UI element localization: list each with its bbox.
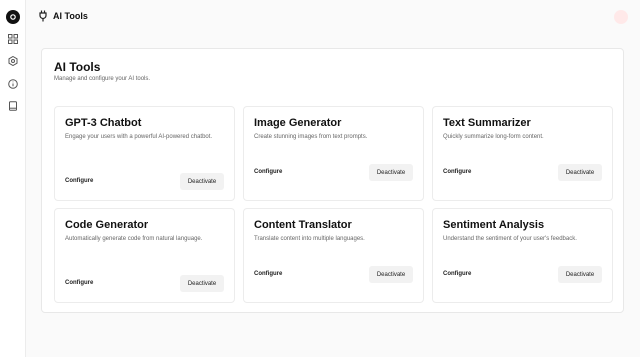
tool-name: Text Summarizer	[443, 117, 531, 129]
tool-name: Code Generator	[65, 219, 149, 231]
ai-tools-panel: AI Tools Manage and configure your AI to…	[41, 48, 624, 313]
info-icon[interactable]	[7, 78, 19, 90]
configure-button[interactable]: Configure	[443, 169, 471, 175]
deactivate-button[interactable]: Deactivate	[369, 164, 413, 181]
panel-subtitle: Manage and configure your AI tools.	[54, 76, 151, 82]
plug-icon	[38, 10, 48, 22]
deactivate-button[interactable]: Deactivate	[180, 173, 224, 190]
logo-icon[interactable]	[6, 10, 20, 24]
tool-card-code-generator: Code Generator Automatically generate co…	[54, 208, 235, 303]
tool-description: Automatically generate code from natural…	[65, 236, 203, 242]
panel-title: AI Tools	[54, 60, 101, 74]
tool-card-text-summarizer: Text Summarizer Quickly summarize long-f…	[432, 106, 613, 201]
configure-button[interactable]: Configure	[65, 178, 93, 184]
configure-button[interactable]: Configure	[65, 280, 93, 286]
tool-card-content-translator: Content Translator Translate content int…	[243, 208, 424, 303]
deactivate-button[interactable]: Deactivate	[558, 266, 602, 283]
tool-name: Sentiment Analysis	[443, 219, 545, 231]
tool-description: Understand the sentiment of your user's …	[443, 236, 577, 242]
tool-name: Content Translator	[254, 219, 352, 231]
page-title: AI Tools	[53, 11, 88, 21]
sidebar	[0, 0, 26, 357]
tool-card-sentiment-analysis: Sentiment Analysis Understand the sentim…	[432, 208, 613, 303]
deactivate-button[interactable]: Deactivate	[180, 275, 224, 292]
tool-card-gpt3-chatbot: GPT-3 Chatbot Engage your users with a p…	[54, 106, 235, 201]
tool-description: Engage your users with a powerful AI-pow…	[65, 134, 213, 140]
configure-button[interactable]: Configure	[443, 271, 471, 277]
tool-name: Image Generator	[254, 117, 342, 129]
book-icon[interactable]	[7, 100, 19, 112]
tool-description: Translate content into multiple language…	[254, 236, 365, 242]
tool-description: Quickly summarize long-form content.	[443, 134, 544, 140]
settings-icon[interactable]	[7, 55, 19, 67]
configure-button[interactable]: Configure	[254, 271, 282, 277]
tool-name: GPT-3 Chatbot	[65, 117, 142, 129]
header: AI Tools	[26, 0, 640, 32]
configure-button[interactable]: Configure	[254, 169, 282, 175]
deactivate-button[interactable]: Deactivate	[558, 164, 602, 181]
tool-card-image-generator: Image Generator Create stunning images f…	[243, 106, 424, 201]
tool-description: Create stunning images from text prompts…	[254, 134, 368, 140]
avatar[interactable]	[614, 10, 628, 24]
deactivate-button[interactable]: Deactivate	[369, 266, 413, 283]
dashboard-icon[interactable]	[7, 33, 19, 45]
